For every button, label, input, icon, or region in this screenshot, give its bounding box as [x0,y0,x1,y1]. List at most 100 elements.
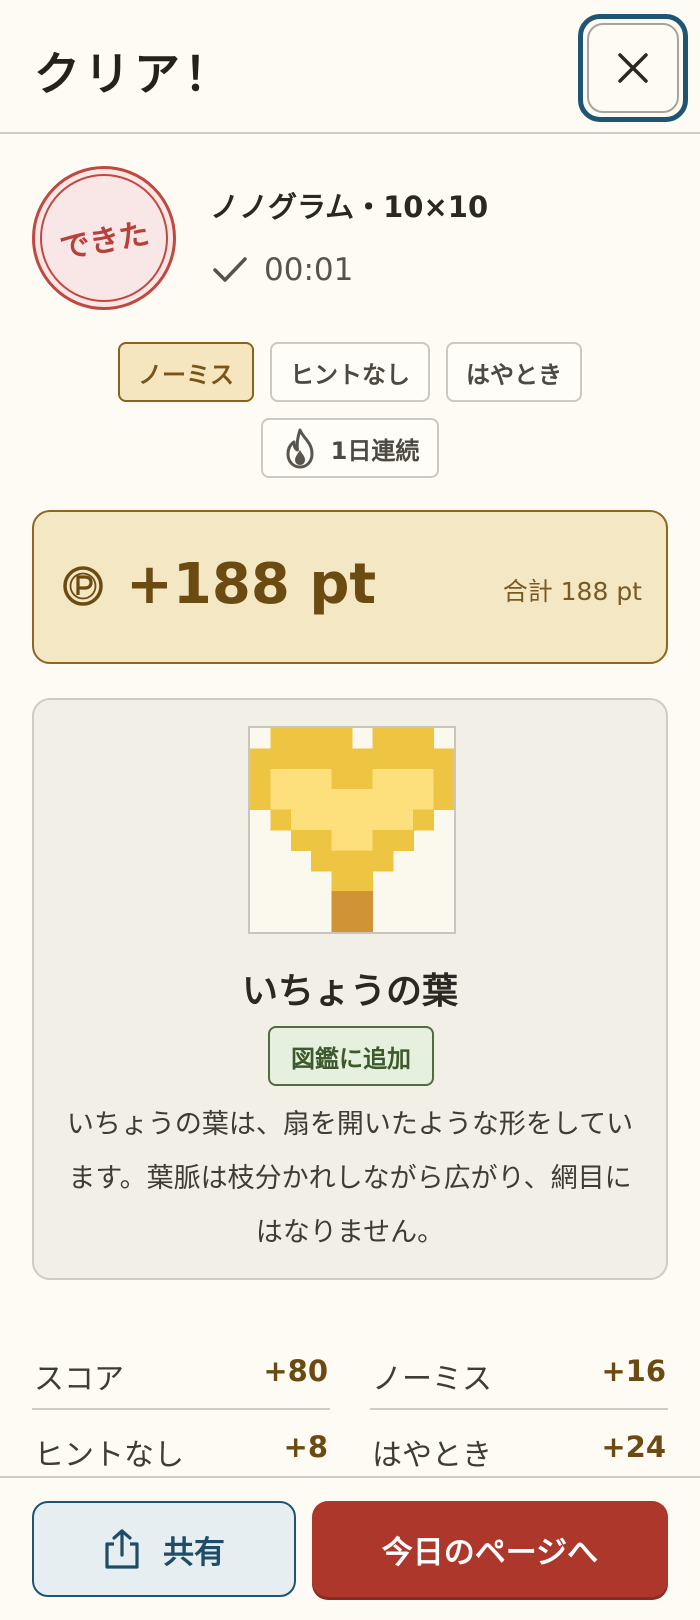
pixel-cell [433,748,455,770]
flame-icon [286,428,314,469]
reward-card: いちょうの葉 図鑑に追加 いちょうの葉は、扇を開いたような形をしています。葉脈は… [32,698,668,1280]
breakdown-no-hint: ヒントなし +8 [32,1410,330,1486]
reward-name: いちょうの葉 [241,971,458,1012]
pixel-cell [331,830,353,851]
reward-description: いちょうの葉は、扇を開いたような形をしています。葉脈は枝分かれしながら広がり、網… [66,1109,634,1248]
pixel-cell [392,809,414,831]
share-icon [105,1529,139,1569]
pixel-cell [311,768,333,790]
ginkgo-pixel-art [248,726,456,934]
points-panel: +188 pt 合計 188 pt [32,510,668,664]
pixel-cell [392,768,414,790]
pixel-cell [352,911,373,933]
pixel-cell [392,789,414,811]
pixel-cell [270,809,292,831]
pixel-cell [352,850,373,872]
streak-row: 1日連続 [0,418,700,478]
pixel-cell [372,748,394,770]
check-icon [213,257,247,282]
pixel-cell [290,728,312,749]
pixel-cell [270,789,292,811]
pixel-cell [270,728,292,749]
pixel-cell [392,748,414,770]
points-icon [63,566,103,606]
pixel-cell [250,768,271,790]
pixel-cell [311,728,333,749]
share-button[interactable]: 共有 [32,1501,296,1597]
pixel-cell [270,748,292,770]
badge-no-hint: ヒントなし [270,342,430,402]
pixel-cell [331,809,353,831]
pixel-cell [331,891,353,913]
pixel-cell [413,789,435,811]
pixel-cell [372,809,394,831]
close-button[interactable] [578,14,688,122]
pixel-cell [392,728,414,749]
pixel-cell [250,789,271,811]
pixel-cell [331,728,353,749]
pixel-cell [331,850,353,872]
close-icon [618,53,648,83]
badge-row: ノーミス ヒントなし はやとき [0,342,700,402]
pixel-cell [290,748,312,770]
pixel-cell [352,870,373,892]
pixel-cell [331,789,353,811]
pixel-cell [352,789,373,811]
pixel-cell [433,768,455,790]
breakdown-value: +80 [263,1354,328,1388]
pixel-cell [311,830,333,851]
badge-no-miss: ノーミス [118,342,254,402]
pixel-cell [311,809,333,831]
pixel-cell [311,850,333,872]
pixel-cell [270,768,292,790]
pixel-cell [290,789,312,811]
puzzle-name: ノノグラム・10×10 [210,190,489,224]
breakdown-fast: はやとき +24 [370,1410,668,1486]
ginkgo-leaf-image [250,728,455,933]
pixel-cell [352,748,373,770]
breakdown-no-miss: ノーミス +16 [370,1334,668,1410]
pixel-cell [372,768,394,790]
breakdown-value: +24 [601,1430,666,1464]
go-to-today-label: 今日のページへ [381,1534,599,1571]
clear-stamp: できた [32,166,176,310]
streak-label: 1日連続 [330,436,420,465]
pixel-cell [413,748,435,770]
points-gained: +188 pt [126,552,377,617]
pixel-cell [290,830,312,851]
pixel-cell [331,870,353,892]
pixel-cell [331,768,353,790]
added-to-collection-badge: 図鑑に追加 [268,1026,434,1086]
streak-badge: 1日連続 [260,418,440,478]
go-to-today-button[interactable]: 今日のページへ [312,1501,668,1597]
badge-fast: はやとき [446,342,582,402]
pixel-cell [352,830,373,851]
breakdown-label: スコア [34,1362,124,1397]
pixel-cell [352,768,373,790]
pixel-cell [372,728,394,749]
share-label: 共有 [163,1534,225,1571]
pixel-cell [413,728,435,749]
stamp-text: できた [57,216,152,267]
breakdown-label: ヒントなし [34,1438,184,1473]
clear-time: 00:01 [212,252,353,288]
pixel-cell [311,748,333,770]
pixel-cell [250,748,271,770]
pixel-cell [311,789,333,811]
breakdown-score: スコア +80 [32,1334,330,1410]
pixel-cell [352,891,373,913]
close-button-inner[interactable] [587,23,679,113]
pixel-cell [372,850,394,872]
breakdown-label: ノーミス [372,1362,492,1397]
points-total: 合計 188 pt [502,577,642,606]
pixel-cell [331,748,353,770]
pixel-cell [413,809,435,831]
pixel-cell [352,809,373,831]
dialog-header: クリア！ [0,0,700,134]
pixel-cell [413,768,435,790]
footer-bar: 共有 今日のページへ [0,1476,700,1620]
breakdown-value: +8 [283,1430,328,1464]
pixel-cell [331,911,353,933]
time-value: 00:01 [264,252,354,288]
pixel-cell [372,830,394,851]
